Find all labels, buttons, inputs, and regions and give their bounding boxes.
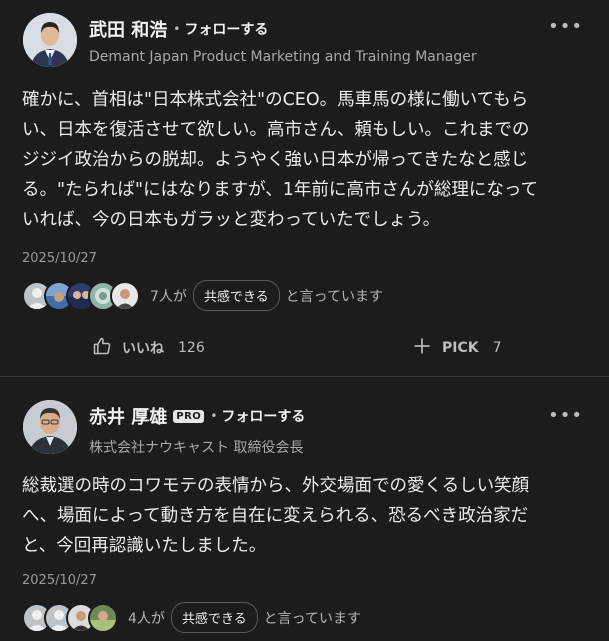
comment-line: 総裁選の時のコワモテの表情から、外交場面での愛くるしい笑顔 [22, 476, 530, 496]
comment-line: と、今回再認識いたしました。 [22, 536, 267, 556]
post-date: 2025/10/27 [22, 251, 97, 266]
more-icon[interactable]: ••• [548, 405, 583, 426]
reaction-count: 4人が [128, 610, 165, 627]
reaction-suffix: と言っています [285, 288, 383, 305]
reaction-suffix: と言っています [263, 610, 361, 627]
comment-line: い、日本を復活させて欲しい。高市さん、頼もしい。これまでの [22, 120, 530, 140]
reaction-summary[interactable]: 7人が 共感できる と言っています [22, 280, 383, 311]
pick-button[interactable]: PICK 7 [412, 336, 502, 360]
like-count: 126 [178, 340, 205, 356]
avatar[interactable] [23, 400, 77, 454]
pick-count: 7 [492, 340, 502, 356]
reaction-chip[interactable]: 共感できる [170, 602, 258, 633]
plus-icon [412, 336, 432, 360]
separator-dot: • [210, 409, 218, 423]
follow-button[interactable]: フォローする [221, 406, 305, 426]
action-bar: いいね 126 PICK 7 [0, 336, 609, 366]
pro-badge: PRO [173, 409, 205, 423]
like-button[interactable]: いいね 126 [92, 336, 205, 360]
author-name[interactable]: 赤井 厚雄 [89, 403, 167, 429]
comment-text: 総裁選の時のコワモテの表情から、外交場面での愛くるしい笑顔 へ、場面によって動き… [22, 471, 592, 561]
comment-line: 確かに、首相は"日本株式会社"のCEO。馬車馬の様に働いてもら [22, 90, 529, 110]
comment-line: へ、場面によって動き方を自在に変えられる、恐るべき政治家だ [22, 506, 529, 526]
avatar [110, 280, 140, 311]
comment-line: いれば、今の日本もガラッと変わっていたでしょう。 [22, 210, 441, 230]
comment-line: る。"たられば"にはなりますが、1年前に高市さんが総理になって [22, 180, 539, 200]
reaction-summary[interactable]: 4人が 共感できる と言っています [22, 602, 361, 633]
like-label: いいね [122, 341, 164, 357]
author-title: 株式会社ナウキャスト 取締役会長 [89, 440, 304, 456]
reaction-chip[interactable]: 共感できる [192, 280, 280, 311]
author-name[interactable]: 武田 和浩 [89, 16, 167, 42]
avatar [88, 602, 118, 633]
author-title: Demant Japan Product Marketing and Train… [89, 49, 477, 65]
comment-card: 赤井 厚雄 PRO • フォローする 株式会社ナウキャスト 取締役会長 ••• … [0, 376, 609, 641]
separator-dot: • [173, 22, 181, 36]
follow-button[interactable]: フォローする [184, 19, 268, 39]
reactor-avatars [22, 602, 118, 633]
thumbs-up-icon [92, 336, 112, 360]
reactor-avatars [22, 280, 140, 311]
comment-card: 武田 和浩 • フォローする Demant Japan Product Mark… [0, 0, 609, 376]
avatar[interactable] [23, 13, 77, 67]
more-icon[interactable]: ••• [548, 16, 583, 37]
post-date: 2025/10/27 [22, 573, 97, 588]
comment-text: 確かに、首相は"日本株式会社"のCEO。馬車馬の様に働いてもら い、日本を復活さ… [22, 85, 592, 235]
comment-line: ジジイ政治からの脱却。ようやく強い日本が帰ってきたなと感じ [22, 150, 529, 170]
reaction-count: 7人が [150, 288, 187, 305]
pick-label: PICK [442, 340, 479, 356]
